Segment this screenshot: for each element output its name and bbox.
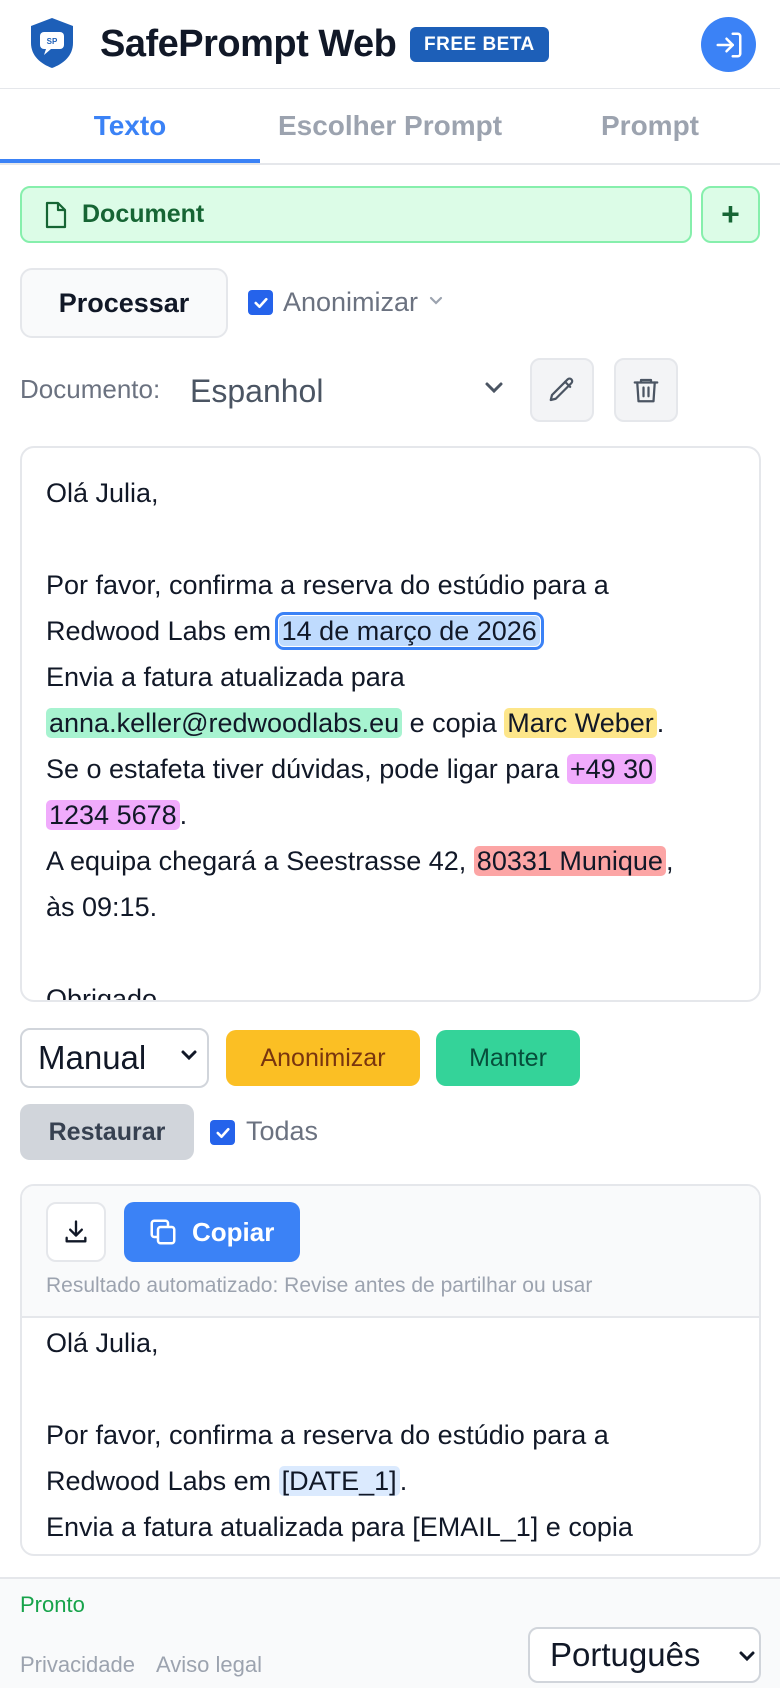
delete-button[interactable]	[614, 358, 678, 422]
chevron-down-icon[interactable]	[483, 380, 505, 396]
copy-button[interactable]: Copiar	[124, 1202, 300, 1262]
privacy-link[interactable]: Privacidade	[20, 1651, 135, 1679]
document-language-label: Documento:	[20, 374, 161, 404]
shield-logo-icon: SP	[28, 17, 76, 69]
download-icon	[65, 1220, 87, 1243]
anonymize-checkbox[interactable]	[248, 290, 273, 315]
login-icon	[716, 32, 741, 57]
chevron-down-icon[interactable]	[428, 295, 444, 307]
editor-line: A equipa chegará a Seestrasse 42, 80331 …	[46, 846, 674, 876]
keep-button[interactable]: Manter	[436, 1030, 580, 1086]
editor-line: Se o estafeta tiver dúvidas, pode ligar …	[46, 746, 746, 792]
address-entity[interactable]: 80331 Munique	[473, 846, 666, 876]
editor-line: Olá Julia,	[46, 478, 159, 508]
output-line: Olá Julia,	[46, 1328, 159, 1358]
all-checkbox[interactable]	[210, 1120, 235, 1145]
date-placeholder: [DATE_1]	[278, 1466, 400, 1496]
svg-text:SP: SP	[47, 37, 58, 46]
output-line: Por favor, confirma a reserva do estúdio…	[46, 1420, 609, 1450]
beta-badge: FREE BETA	[410, 27, 549, 62]
editor-line: Redwood Labs em 14 de março de 2026	[46, 608, 746, 654]
editor-blank-line	[46, 516, 746, 562]
tab-bar: Texto Escolher Prompt Prompt	[0, 90, 780, 165]
editor-blank-line	[46, 930, 746, 976]
date-entity[interactable]: 14 de março de 2026	[274, 612, 544, 650]
output-text[interactable]: Olá Julia, Por favor, confirma a reserva…	[46, 1320, 746, 1550]
document-button-label: Document	[82, 200, 205, 228]
legal-notice-link[interactable]: Aviso legal	[156, 1651, 262, 1679]
checkmark-icon	[253, 297, 268, 308]
editor-line: Obrigado	[46, 984, 158, 1002]
output-disclaimer: Resultado automatizado: Revise antes de …	[46, 1274, 593, 1297]
copy-icon	[150, 1219, 176, 1245]
all-label[interactable]: Todas	[246, 1114, 318, 1148]
phone-entity[interactable]: 1234 5678	[46, 800, 180, 830]
document-button[interactable]: Document	[20, 186, 692, 243]
add-document-button[interactable]: +	[701, 186, 760, 243]
checkmark-icon	[215, 1127, 230, 1138]
email-entity[interactable]: anna.keller@redwoodlabs.eu	[46, 708, 403, 738]
anonymize-button[interactable]: Anonimizar	[226, 1030, 420, 1086]
restore-button[interactable]: Restaurar	[20, 1104, 194, 1160]
app-title: SafePrompt Web	[100, 23, 397, 65]
output-toolbar: Copiar Resultado automatizado: Revise an…	[22, 1186, 759, 1318]
edit-button[interactable]	[530, 358, 594, 422]
file-icon	[45, 201, 67, 228]
output-line: Redwood Labs em [DATE_1].	[46, 1466, 408, 1496]
tab-texto[interactable]: Texto	[0, 90, 260, 163]
editor-text[interactable]: Olá Julia, Por favor, confirma a reserva…	[46, 470, 746, 1002]
document-editor[interactable]: Olá Julia, Por favor, confirma a reserva…	[20, 446, 761, 1002]
name-entity[interactable]: Marc Weber	[504, 708, 657, 738]
process-button[interactable]: Processar	[20, 268, 228, 338]
chevron-down-icon[interactable]	[738, 1650, 756, 1664]
footer: Pronto Privacidade Aviso legal Português	[0, 1577, 780, 1688]
status-text: Pronto	[20, 1592, 85, 1617]
login-button[interactable]	[701, 17, 756, 72]
ui-language-select[interactable]: Português	[528, 1627, 761, 1683]
output-line: Envia a fatura atualizada para [EMAIL_1]…	[46, 1512, 633, 1542]
editor-line: Envia a fatura atualizada para	[46, 662, 405, 692]
editor-line: às 09:15.	[46, 892, 158, 922]
pencil-icon	[549, 377, 574, 402]
editor-line: anna.keller@redwoodlabs.eu e copia Marc …	[46, 700, 746, 746]
output-blank-line	[46, 1366, 746, 1412]
output-panel: Copiar Resultado automatizado: Revise an…	[20, 1184, 761, 1556]
copy-button-label: Copiar	[192, 1216, 275, 1247]
document-language-select[interactable]: Espanhol	[190, 368, 510, 414]
phone-entity[interactable]: +49 30	[566, 754, 657, 784]
download-button[interactable]	[46, 1202, 106, 1262]
tab-prompt[interactable]: Prompt	[520, 90, 780, 163]
chevron-down-icon[interactable]	[180, 1049, 198, 1063]
tab-escolher-prompt[interactable]: Escolher Prompt	[260, 90, 520, 163]
editor-line: Por favor, confirma a reserva do estúdio…	[46, 570, 609, 600]
trash-icon	[633, 378, 659, 403]
anonymize-label[interactable]: Anonimizar	[283, 285, 418, 319]
editor-line: 1234 5678.	[46, 792, 746, 838]
app-header: SP SafePrompt Web FREE BETA	[0, 0, 780, 89]
